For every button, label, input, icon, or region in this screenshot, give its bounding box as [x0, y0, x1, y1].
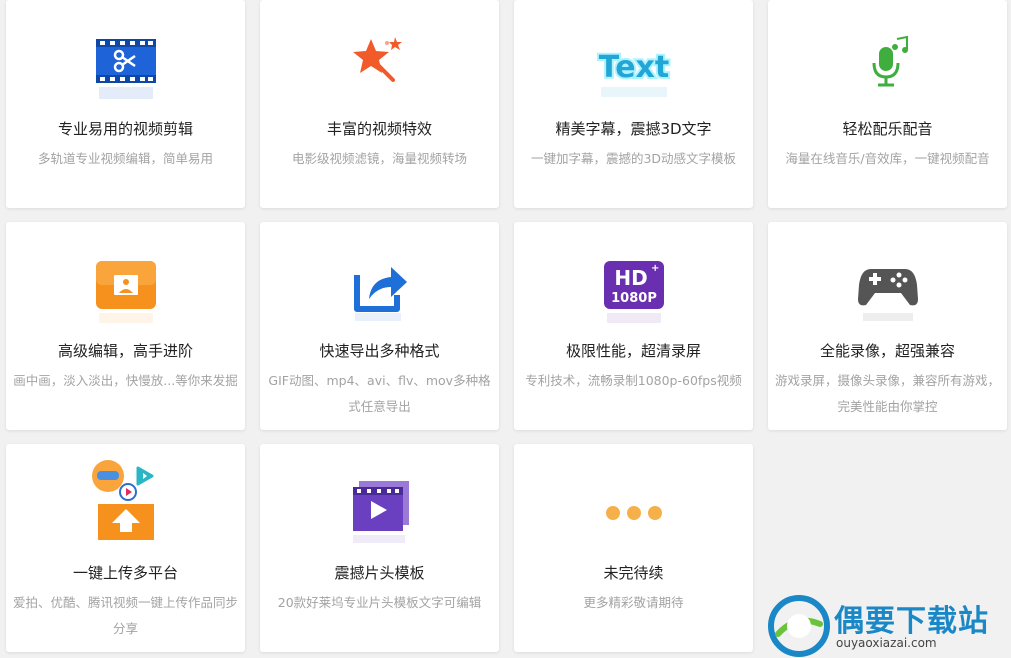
feature-desc: 画中画，淡入淡出，快慢放...等你来发掘: [13, 373, 238, 388]
feature-card-video-edit[interactable]: 专业易用的视频剪辑 多轨道专业视频编辑，简单易用: [6, 0, 245, 208]
feature-card-audio[interactable]: 轻松配乐配音 海量在线音乐/音效库，一键视频配音: [768, 0, 1007, 208]
feature-desc: 20款好莱坞专业片头模板文字可编辑: [277, 595, 482, 610]
feature-desc: 多轨道专业视频编辑，简单易用: [37, 151, 213, 166]
picture-in-picture-icon: [6, 250, 245, 332]
feature-card-effects[interactable]: 丰富的视频特效 电影级视频滤镜，海量视频转场: [260, 0, 499, 208]
feature-card-game-record[interactable]: 全能录像，超强兼容 游戏录屏，摄像头录像，兼容所有游戏，完美性能由你掌控: [768, 222, 1007, 430]
feature-title: 一键上传多平台: [72, 564, 178, 582]
watermark-url: ouyaoxiazai.com: [836, 636, 937, 650]
feature-grid: 专业易用的视频剪辑 多轨道专业视频编辑，简单易用 丰富的视频特效 电影级视频滤镜…: [0, 0, 1011, 658]
feature-card-advanced-edit[interactable]: 高级编辑，高手进阶 画中画，淡入淡出，快慢放...等你来发掘: [6, 222, 245, 430]
watermark-logo-icon: [768, 595, 830, 657]
feature-card-hd-record[interactable]: HD + 1080P 极限性能，超清录屏 专利技术，流畅录制1080p-60fp…: [514, 222, 753, 430]
feature-desc: 电影级视频滤镜，海量视频转场: [291, 151, 467, 166]
feature-desc: GIF动图、mp4、avi、flv、mov多种格式任意导出: [268, 373, 491, 414]
multi-platform-upload-icon: [6, 452, 245, 552]
feature-desc: 海量在线音乐/音效库，一键视频配音: [785, 151, 990, 166]
gamepad-icon: [768, 250, 1007, 332]
feature-title: 快速导出多种格式: [319, 342, 440, 360]
svg-text:HD: HD: [614, 266, 647, 290]
text-3d-icon: Text Text: [514, 28, 753, 110]
feature-title: 专业易用的视频剪辑: [57, 120, 193, 138]
svg-text:1080P: 1080P: [611, 291, 657, 306]
feature-card-subtitles[interactable]: Text Text 精美字幕，震撼3D文字 一键加字幕，震撼的3D动感文字模板: [514, 0, 753, 208]
feature-desc: 爱拍、优酷、腾讯视频一键上传作品同步分享: [12, 595, 238, 636]
video-edit-icon: [6, 28, 245, 110]
feature-desc: 一键加字幕，震撼的3D动感文字模板: [530, 151, 737, 166]
hd-1080p-icon: HD + 1080P: [514, 250, 753, 332]
feature-title: 全能录像，超强兼容: [819, 342, 955, 360]
site-watermark: 偶要下载站 ouyaoxiazai.com: [766, 594, 1011, 658]
svg-text:Text: Text: [598, 50, 669, 85]
feature-card-upload[interactable]: 一键上传多平台 爱拍、优酷、腾讯视频一键上传作品同步分享: [6, 444, 245, 652]
feature-title: 未完待续: [603, 564, 664, 582]
more-dots-icon: [514, 472, 753, 554]
feature-desc: 专利技术，流畅录制1080p-60fps视频: [525, 373, 742, 388]
feature-card-export[interactable]: 快速导出多种格式 GIF动图、mp4、avi、flv、mov多种格式任意导出: [260, 222, 499, 430]
feature-card-more[interactable]: 未完待续 更多精彩敬请期待: [514, 444, 753, 652]
magic-wand-icon: [260, 28, 499, 110]
feature-title: 高级编辑，高手进阶: [57, 342, 193, 360]
feature-title: 极限性能，超清录屏: [565, 342, 701, 360]
feature-desc: 更多精彩敬请期待: [583, 595, 684, 610]
video-template-icon: [260, 472, 499, 554]
microphone-music-icon: [768, 28, 1007, 110]
feature-card-templates[interactable]: 震撼片头模板 20款好莱坞专业片头模板文字可编辑: [260, 444, 499, 652]
feature-title: 丰富的视频特效: [326, 120, 432, 138]
feature-title: 精美字幕，震撼3D文字: [555, 120, 712, 138]
export-share-icon: [260, 250, 499, 332]
watermark-title: 偶要下载站: [834, 604, 989, 639]
svg-text:+: +: [651, 263, 659, 274]
feature-desc: 游戏录屏，摄像头录像，兼容所有游戏，完美性能由你掌控: [774, 373, 1000, 414]
feature-title: 轻松配乐配音: [842, 120, 933, 138]
feature-title: 震撼片头模板: [334, 564, 425, 582]
